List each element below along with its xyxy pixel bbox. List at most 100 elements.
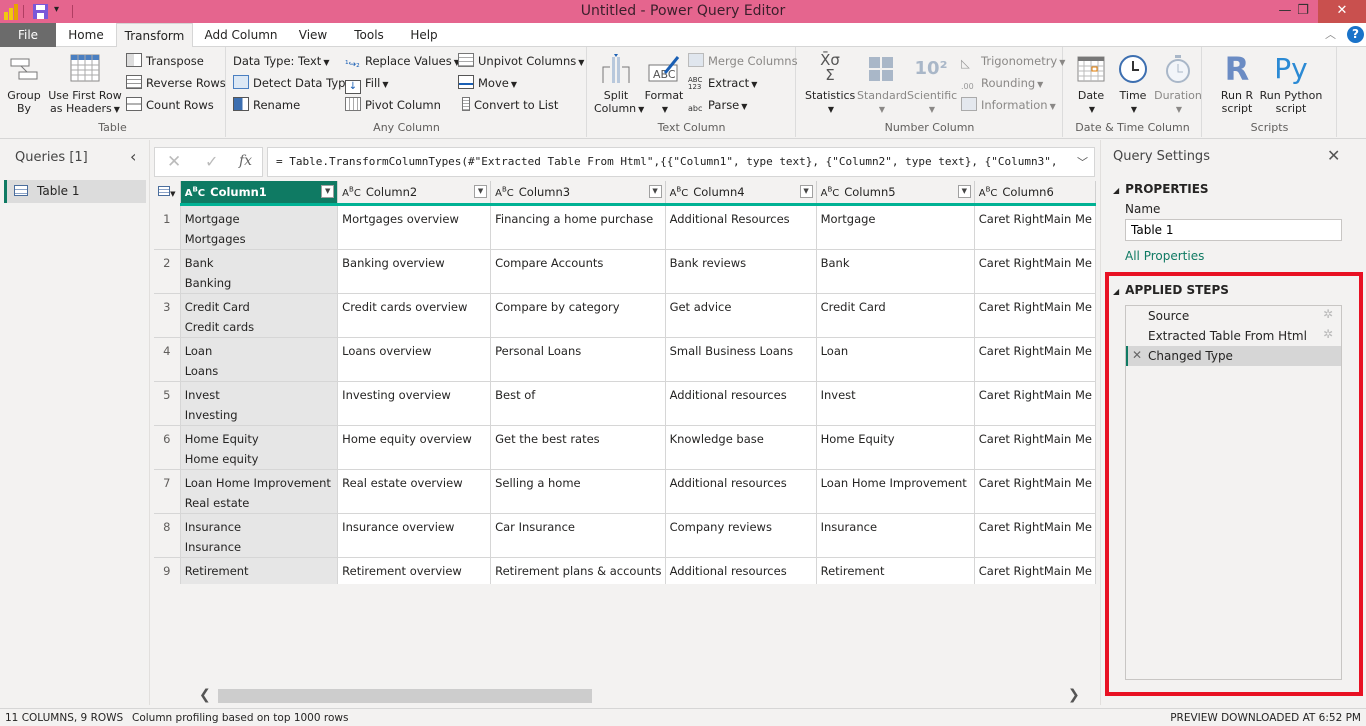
statistics-button[interactable]: X̄σ Σ Statistics ▼ [805,53,855,116]
cell-column5[interactable]: Credit Card [816,293,975,338]
count-rows-button[interactable]: Count Rows [126,95,214,115]
cell-column4[interactable]: Knowledge base [665,425,817,470]
cell-column1[interactable]: Credit Card Credit cards [180,293,339,338]
expand-formula-icon[interactable]: ﹀ [1069,154,1088,170]
cell-column6[interactable]: Caret RightMain Me [974,206,1096,250]
row-number[interactable]: 7 [154,469,181,514]
cell-column5[interactable]: Invest [816,381,975,426]
cell-column5[interactable]: Bank [816,249,975,294]
cell-column1[interactable]: Mortgage Mortgages [180,206,339,250]
cell-column1[interactable]: Loan Home Improvement Real estate [180,469,339,514]
formula-input[interactable]: = Table.TransformColumnTypes(#"Extracted… [267,147,1095,177]
cell-column3[interactable]: Selling a home [490,469,666,514]
cell-column2[interactable]: Insurance overview [337,513,492,558]
column-header-1[interactable]: ABC Column1 ▼ [180,181,339,203]
cell-column3[interactable]: Best of [490,381,666,426]
cell-column4[interactable]: Small Business Loans [665,337,817,382]
column-header-6[interactable]: ABC Column6 [974,181,1096,203]
filter-dropdown-icon[interactable]: ▼ [648,185,662,198]
query-item-table-1[interactable]: Table 1 [4,180,146,203]
cell-column6[interactable]: Caret RightMain Me [974,469,1096,514]
cell-column2[interactable]: Investing overview [337,381,492,426]
format-button[interactable]: ABC Format ▼ [644,53,684,116]
query-name-input[interactable] [1125,219,1342,241]
cancel-formula-icon[interactable]: ✕ [167,152,181,172]
cell-column6[interactable]: Caret RightMain Me [974,337,1096,382]
standard-button[interactable]: Standard ▼ [857,53,907,116]
trigonometry-button[interactable]: ◺ Trigonometry ▼ [961,51,1065,71]
cell-column2[interactable]: Banking overview [337,249,492,294]
cell-column1[interactable]: Invest Investing [180,381,339,426]
cell-column3[interactable]: Get the best rates [490,425,666,470]
date-button[interactable]: Date ▼ [1072,53,1110,116]
row-number[interactable]: 2 [154,249,181,294]
row-number[interactable]: 3 [154,293,181,338]
cell-column6[interactable]: Caret RightMain Me [974,557,1096,584]
scrollbar-thumb[interactable] [218,689,592,703]
commit-formula-icon[interactable]: ✓ [205,152,218,171]
column-header-4[interactable]: ABC Column4 ▼ [665,181,817,203]
cell-column1[interactable]: Insurance Insurance [180,513,339,558]
tab-file[interactable]: File [0,23,56,47]
row-number[interactable]: 1 [154,206,181,250]
fill-button[interactable]: ↓ Fill ▼ [345,73,389,94]
collapse-queries-icon[interactable]: ‹ [130,147,136,166]
cell-column5[interactable]: Retirement [816,557,975,584]
information-button[interactable]: Information ▼ [961,95,1056,115]
cell-column3[interactable]: Car Insurance [490,513,666,558]
merge-columns-button[interactable]: Merge Columns [688,51,798,71]
fx-icon[interactable]: fx [239,153,252,169]
row-number[interactable]: 4 [154,337,181,382]
column-header-5[interactable]: ABC Column5 ▼ [816,181,975,203]
step-source[interactable]: Source ✲ [1126,306,1341,326]
column-header-3[interactable]: ABC Column3 ▼ [490,181,666,203]
cell-column4[interactable]: Additional Resources [665,206,817,250]
cell-column5[interactable]: Insurance [816,513,975,558]
tab-help[interactable]: Help [400,23,448,47]
cell-column3[interactable]: Financing a home purchase [490,206,666,250]
replace-values-button[interactable]: ¹↪₂ Replace Values ▼ [345,51,460,71]
cell-column2[interactable]: Home equity overview [337,425,492,470]
tab-transform[interactable]: Transform [116,23,193,48]
scroll-left-icon[interactable]: ❮ [199,687,211,703]
cell-column3[interactable]: Retirement plans & accounts [490,557,666,584]
run-r-script-button[interactable]: R Run R script [1217,53,1257,115]
cell-column6[interactable]: Caret RightMain Me [974,381,1096,426]
cell-column2[interactable]: Retirement overview [337,557,492,584]
close-settings-icon[interactable]: ✕ [1327,146,1340,165]
row-number[interactable]: 5 [154,381,181,426]
row-number[interactable]: 8 [154,513,181,558]
group-by-button[interactable]: Group By [4,53,44,115]
column-header-2[interactable]: ABC Column2 ▼ [337,181,492,203]
split-column-button[interactable]: Split Column ▼ [594,53,644,116]
cell-column2[interactable]: Mortgages overview [337,206,492,250]
cell-column6[interactable]: Caret RightMain Me [974,249,1096,294]
delete-step-icon[interactable]: ✕ [1132,348,1142,362]
cell-column5[interactable]: Mortgage [816,206,975,250]
filter-dropdown-icon[interactable]: ▼ [957,185,971,198]
table-menu-button[interactable]: ▼ [154,181,181,203]
unpivot-columns-button[interactable]: Unpivot Columns ▼ [458,51,584,71]
gear-icon[interactable]: ✲ [1323,327,1333,341]
cell-column2[interactable]: Real estate overview [337,469,492,514]
gear-icon[interactable]: ✲ [1323,307,1333,321]
convert-to-list-button[interactable]: Convert to List [458,95,558,115]
use-first-row-button[interactable]: Use First Row as Headers ▼ [48,53,122,116]
help-icon[interactable]: ? [1347,26,1364,43]
collapse-ribbon-icon[interactable]: ︿ [1325,26,1336,42]
reverse-rows-button[interactable]: Reverse Rows [126,73,226,93]
cell-column6[interactable]: Caret RightMain Me [974,293,1096,338]
detect-data-type-button[interactable]: Detect Data Type [233,73,353,93]
horizontal-scrollbar[interactable]: ❮ ❯ [154,687,1096,705]
pivot-column-button[interactable]: Pivot Column [345,95,441,115]
time-button[interactable]: Time ▼ [1114,53,1152,116]
rounding-button[interactable]: .00 Rounding ▼ [961,73,1043,93]
tab-home[interactable]: Home [58,23,114,47]
scroll-right-icon[interactable]: ❯ [1068,687,1080,703]
cell-column4[interactable]: Additional resources [665,469,817,514]
cell-column3[interactable]: Compare by category [490,293,666,338]
step-changed-type[interactable]: ✕ Changed Type [1126,346,1341,366]
extract-button[interactable]: ABC 123 Extract ▼ [688,73,757,93]
cell-column3[interactable]: Personal Loans [490,337,666,382]
cell-column1[interactable]: Bank Banking [180,249,339,294]
